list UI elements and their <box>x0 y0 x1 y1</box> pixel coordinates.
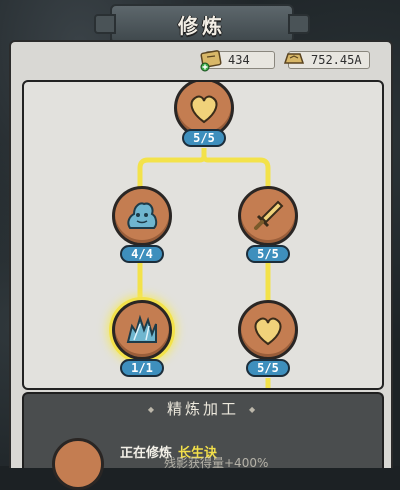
current-skill-slot[interactable] <box>52 438 104 490</box>
skill-tree: 5/5 4/4 5/5 1/1 5/5 <box>22 80 384 390</box>
ticket-plus-icon <box>200 50 222 72</box>
node-count-badge: 5/5 <box>246 245 290 263</box>
node-count-badge: 5/5 <box>182 129 226 147</box>
node-count-badge: 5/5 <box>246 359 290 377</box>
skill-node-heart[interactable] <box>238 300 298 360</box>
node-count-badge: 1/1 <box>120 359 164 377</box>
refine-title: 精炼加工 <box>24 398 382 419</box>
refine-section: 精炼加工 正在修炼长生诀 残影获得量+400% <box>22 392 384 490</box>
ticket-currency[interactable]: 434 <box>200 50 275 72</box>
sword-icon <box>254 200 284 230</box>
skill-node-spirit[interactable] <box>112 186 172 246</box>
heart-icon <box>254 317 282 346</box>
page-title: 修炼 <box>178 13 226 38</box>
skill-node-crystal-active[interactable] <box>112 300 172 360</box>
game-screen: 修炼 434 752.45A 5/5 4/4 5/5 1/1 5/5 ◆ 精炼加… <box>0 0 400 490</box>
bonus-text: 残影获得量+400% <box>164 456 269 470</box>
coin-currency[interactable]: 752.45A <box>283 51 370 69</box>
heart-icon <box>190 95 218 124</box>
skill-node-sword[interactable] <box>238 186 298 246</box>
blob-spirit-icon <box>127 202 158 229</box>
gold-ingot-icon <box>283 53 305 64</box>
ticket-amount: 434 <box>228 53 250 67</box>
node-count-badge: 4/4 <box>120 245 164 263</box>
title-banner: 修炼 <box>94 4 310 44</box>
coin-amount: 752.45A <box>311 53 362 67</box>
crystal-icon <box>126 314 157 343</box>
